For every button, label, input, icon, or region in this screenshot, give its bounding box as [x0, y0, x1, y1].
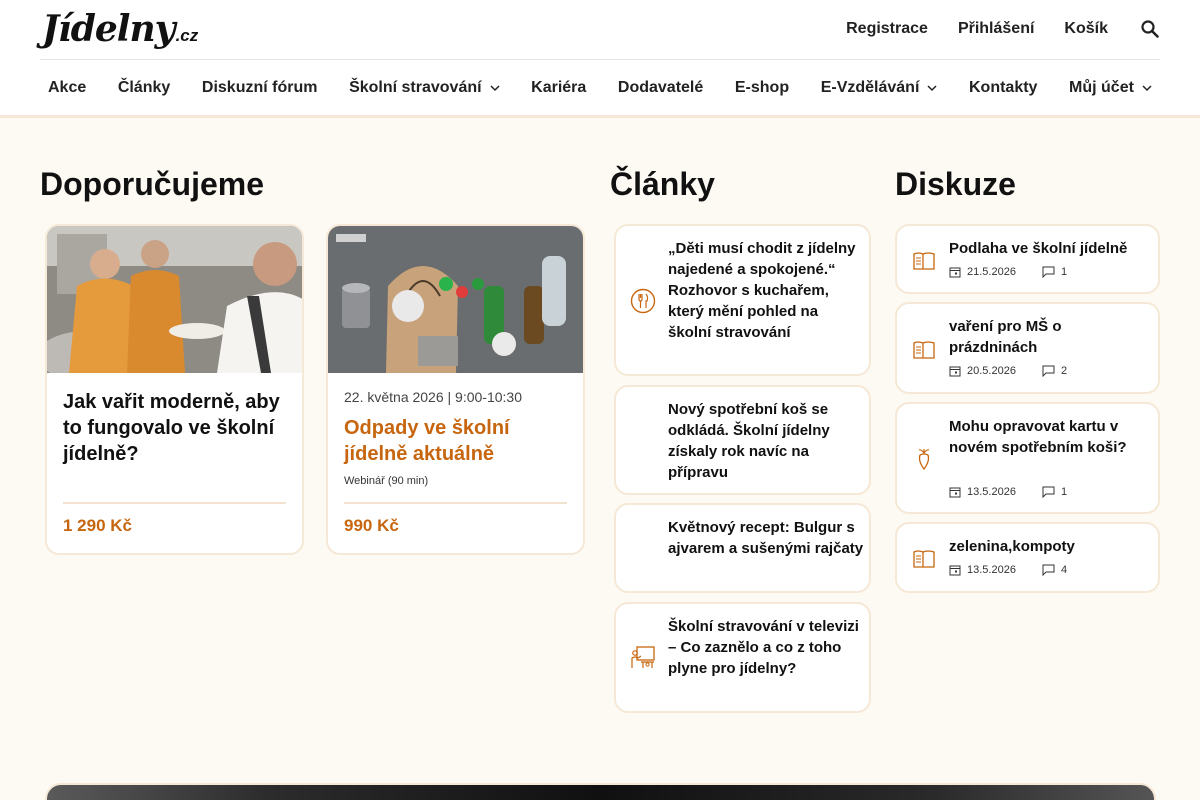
discussions-heading[interactable]: Diskuze: [895, 166, 1016, 203]
top-links: Registrace Přihlášení Košík: [816, 0, 1160, 58]
article-title: Květnový recept: Bulgur s ajvarem a suše…: [668, 519, 864, 557]
cutlery-icon: [630, 288, 656, 314]
site-logo[interactable]: Jídelny .cz: [42, 8, 198, 50]
nav-label: Můj účet: [1069, 79, 1134, 96]
nav-label: Články: [117, 79, 171, 96]
search-icon[interactable]: [1140, 19, 1160, 39]
discussion-card[interactable]: zelenina,kompoty 13.5.2026 4: [895, 522, 1160, 593]
chevron-down-icon: [490, 85, 500, 92]
nav-item-e-vzdelavani[interactable]: E-Vzdělávání: [821, 79, 938, 97]
articles-heading[interactable]: Články: [610, 166, 715, 203]
nav-label: E-shop: [734, 79, 790, 96]
divider: [63, 502, 286, 504]
article-card[interactable]: Nový spotřební koš se odkládá. Školní jí…: [614, 385, 871, 495]
cart-link[interactable]: Košík: [1064, 20, 1108, 38]
nav-item-skolni-stravovani[interactable]: Školní stravování: [349, 79, 500, 97]
article-title: „Děti musí chodit z jídelny najedené a s…: [668, 240, 856, 341]
discussion-title: zelenina,kompoty: [949, 538, 1075, 555]
nav-label: Kariéra: [531, 79, 587, 96]
nav-label: Akce: [48, 79, 87, 96]
logo-main-text: Jídelny: [42, 8, 176, 50]
discussion-meta: 13.5.2026 1: [949, 486, 1067, 498]
article-title: Nový spotřební koš se odkládá. Školní jí…: [668, 401, 830, 481]
nav-item-eshop[interactable]: E-shop: [735, 79, 789, 97]
nav-item-forum[interactable]: Diskuzní fórum: [202, 79, 318, 97]
calendar-icon: [949, 366, 961, 377]
nav-item-clanky[interactable]: Články: [118, 79, 170, 97]
nav-label: Kontakty: [968, 79, 1038, 96]
product-card[interactable]: 22. května 2026 | 9:00-10:30 Odpady ve š…: [326, 224, 585, 555]
discussion-date: 21.5.2026: [967, 266, 1016, 278]
cooking-course-image: [47, 226, 302, 373]
product-title[interactable]: Jak vařit moderně, aby to fungovalo ve š…: [63, 389, 286, 467]
comment-count: 1: [1060, 486, 1068, 498]
discussion-date: 13.5.2026: [967, 486, 1016, 498]
main-nav: Akce Články Diskuzní fórum Školní stravo…: [40, 60, 1160, 116]
carrot-icon: [918, 449, 930, 471]
discussion-title: Podlaha ve školní jídelně: [949, 240, 1128, 257]
nav-item-akce[interactable]: Akce: [48, 79, 86, 97]
book-icon: [913, 252, 935, 270]
nav-item-kontakty[interactable]: Kontakty: [969, 79, 1037, 97]
comment-icon: [1042, 564, 1055, 576]
chevron-down-icon: [927, 85, 937, 92]
register-link[interactable]: Registrace: [846, 20, 928, 38]
nav-item-kariera[interactable]: Kariéra: [531, 79, 586, 97]
top-bar: Jídelny .cz Registrace Přihlášení Košík: [40, 0, 1160, 60]
site-header: Jídelny .cz Registrace Přihlášení Košík A…: [0, 0, 1200, 118]
comment-count: 2: [1060, 365, 1068, 377]
recommended-heading: Doporučujeme: [40, 166, 265, 202]
waste-webinar-image: [328, 226, 583, 373]
hero-banner[interactable]: [45, 783, 1156, 800]
nav-label: Školní stravování: [349, 79, 482, 96]
discussion-card[interactable]: Mohu opravovat kartu v novém spotřebním …: [895, 402, 1160, 514]
login-link[interactable]: Přihlášení: [958, 20, 1034, 38]
book-icon: [913, 341, 935, 359]
nav-label: Diskuzní fórum: [201, 79, 318, 96]
book-icon: [913, 550, 935, 568]
chevron-down-icon: [1142, 85, 1152, 92]
discussion-title: Mohu opravovat kartu v novém spotřebním …: [949, 418, 1127, 456]
article-card[interactable]: Květnový recept: Bulgur s ajvarem a suše…: [614, 503, 871, 593]
article-title: Školní stravování v televizi – Co zazněl…: [668, 618, 859, 677]
comment-icon: [1042, 486, 1055, 498]
divider: [344, 502, 567, 504]
product-subtitle: Webinář (90 min): [344, 475, 429, 487]
discussion-meta: 20.5.2026 2: [949, 365, 1067, 377]
product-card[interactable]: Jak vařit moderně, aby to fungovalo ve š…: [45, 224, 304, 555]
comment-icon: [1042, 365, 1055, 377]
article-card[interactable]: „Děti musí chodit z jídelny najedené a s…: [614, 224, 871, 376]
nav-item-muj-ucet[interactable]: Můj účet: [1069, 79, 1152, 97]
discussion-date: 20.5.2026: [967, 365, 1016, 377]
calendar-icon: [949, 565, 961, 576]
discussion-date: 13.5.2026: [967, 564, 1016, 576]
article-card[interactable]: Školní stravování v televizi – Co zazněl…: [614, 602, 871, 713]
product-price: 990 Kč: [344, 516, 399, 535]
discussion-title: vaření pro MŠ o prázdninách: [949, 318, 1062, 356]
discussion-card[interactable]: vaření pro MŠ o prázdninách 20.5.2026 2: [895, 302, 1160, 394]
discussion-meta: 21.5.2026 1: [949, 266, 1067, 278]
image-badge: [336, 234, 366, 242]
product-price: 1 290 Kč: [63, 516, 132, 535]
comment-count: 4: [1060, 564, 1068, 576]
nav-label: E-Vzdělávání: [820, 79, 920, 96]
nav-label: Dodavatelé: [617, 79, 704, 96]
event-date: 22. května 2026 | 9:00-10:30: [344, 389, 522, 405]
presentation-icon: [631, 646, 655, 668]
logo-suffix: .cz: [175, 26, 199, 45]
product-title[interactable]: Odpady ve školní jídelně aktuálně: [344, 415, 567, 467]
comment-icon: [1042, 266, 1055, 278]
calendar-icon: [949, 267, 961, 278]
nav-item-dodavatele[interactable]: Dodavatelé: [618, 79, 703, 97]
calendar-icon: [949, 487, 961, 498]
comment-count: 1: [1060, 266, 1068, 278]
discussion-meta: 13.5.2026 4: [949, 564, 1067, 576]
discussion-card[interactable]: Podlaha ve školní jídelně 21.5.2026 1: [895, 224, 1160, 294]
